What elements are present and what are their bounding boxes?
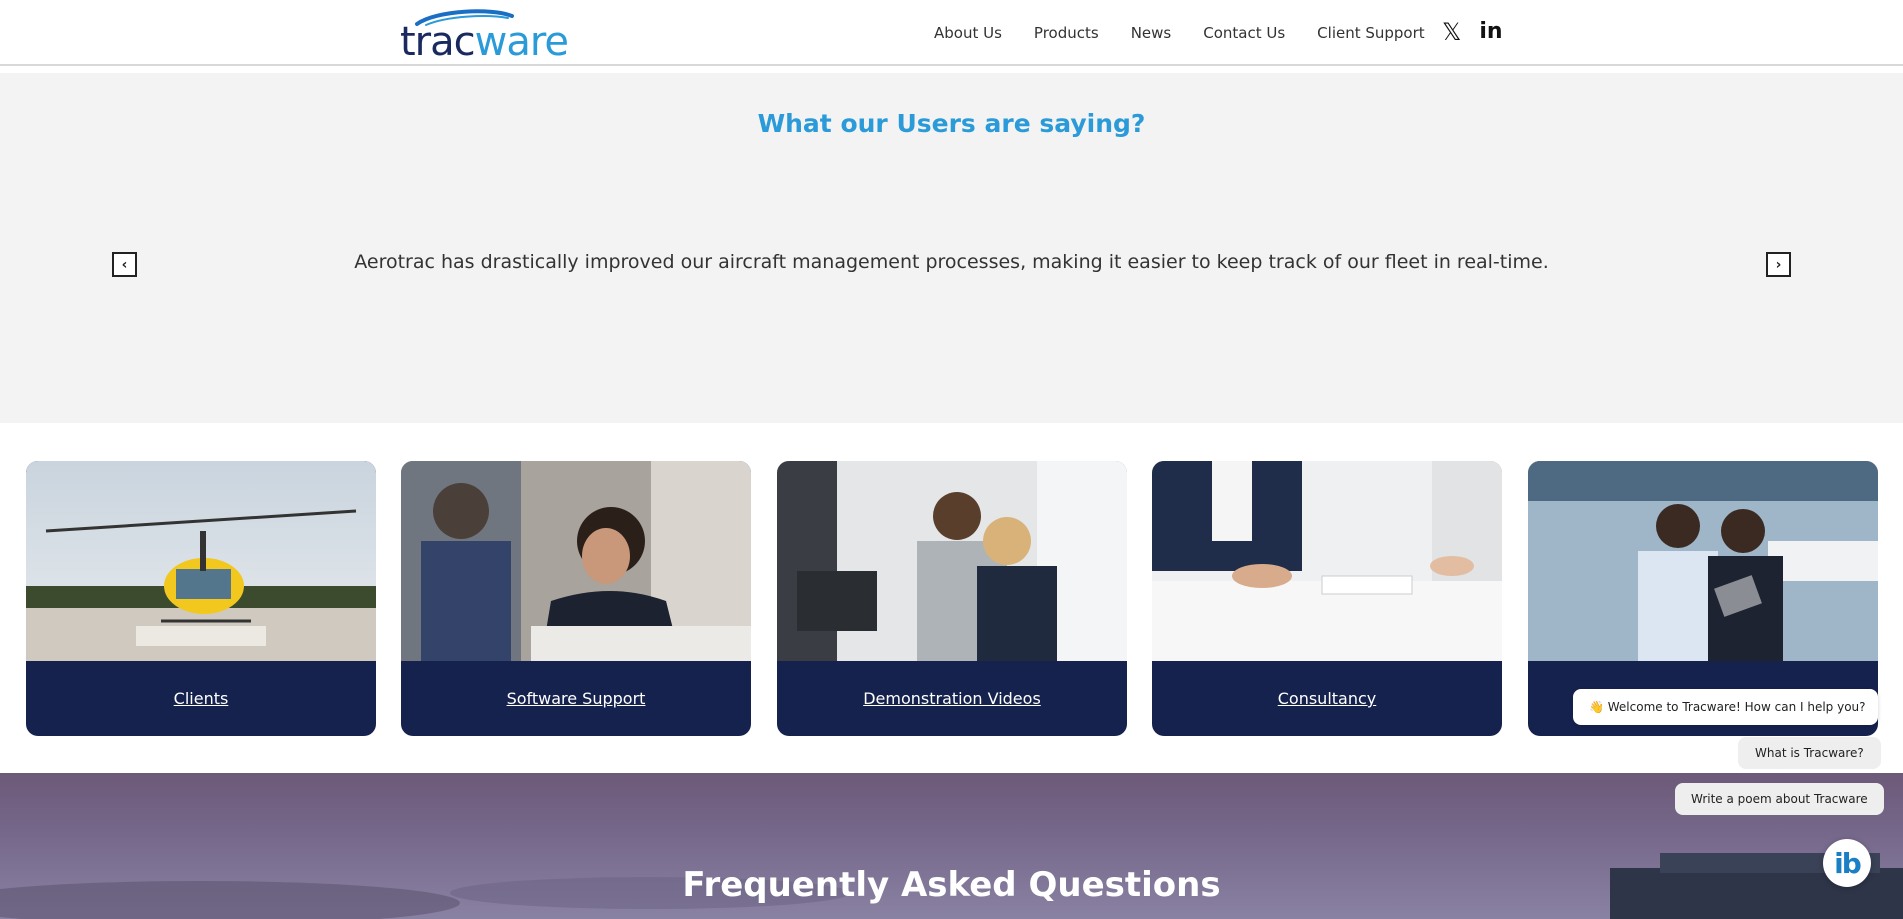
linkedin-icon[interactable]: in	[1479, 20, 1502, 44]
card-consultancy-link[interactable]: Consultancy	[1152, 661, 1502, 736]
chat-logo-icon: ib	[1834, 846, 1862, 880]
nav-client-support[interactable]: Client Support	[1317, 24, 1425, 42]
logo-text-ware: ware	[474, 19, 569, 65]
site-header: tracware About Us Products News Contact …	[0, 0, 1903, 66]
x-icon[interactable]: 𝕏	[1442, 20, 1461, 44]
nav-about-us[interactable]: About Us	[934, 24, 1002, 42]
helicopter-image	[26, 461, 376, 661]
card-software-support[interactable]: Software Support	[401, 461, 751, 736]
support-agent-image	[401, 461, 751, 661]
carousel-next-button[interactable]: ›	[1766, 252, 1791, 277]
testimonial-quote: Aerotrac has drastically improved our ai…	[354, 251, 1549, 273]
card-demonstration-videos-link[interactable]: Demonstration Videos	[777, 661, 1127, 736]
testimonials-section: What our Users are saying? ‹ Aerotrac ha…	[0, 73, 1903, 423]
card-clients-link[interactable]: Clients	[26, 661, 376, 736]
testimonials-title: What our Users are saying?	[757, 109, 1146, 138]
faq-section: Frequently Asked Questions	[0, 773, 1903, 919]
chat-launcher-button[interactable]: ib	[1823, 839, 1871, 887]
card-demonstration-videos[interactable]: Demonstration Videos	[777, 461, 1127, 736]
chevron-right-icon: ›	[1775, 256, 1782, 273]
card-consultancy[interactable]: Consultancy	[1152, 461, 1502, 736]
social-links: 𝕏 in	[1442, 20, 1503, 45]
hangar-engineers-image	[1528, 461, 1878, 661]
chat-welcome-message: 👋 Welcome to Tracware! How can I help yo…	[1573, 689, 1878, 725]
main-nav: About Us Products News Contact Us Client…	[934, 24, 1457, 42]
logo-text-trac: trac	[400, 19, 476, 65]
logo-text: tracware	[400, 19, 569, 65]
card-clients[interactable]: Clients	[26, 461, 376, 736]
chat-suggestion-poem[interactable]: Write a poem about Tracware	[1675, 783, 1884, 815]
tracware-logo[interactable]: tracware	[400, 8, 569, 64]
nav-products[interactable]: Products	[1034, 24, 1099, 42]
faq-title: Frequently Asked Questions	[682, 865, 1221, 905]
nav-contact-us[interactable]: Contact Us	[1203, 24, 1285, 42]
office-team-image	[777, 461, 1127, 661]
chat-suggestion-what-is[interactable]: What is Tracware?	[1738, 737, 1881, 769]
consultancy-meeting-image	[1152, 461, 1502, 661]
nav-news[interactable]: News	[1131, 24, 1172, 42]
card-software-support-link[interactable]: Software Support	[401, 661, 751, 736]
